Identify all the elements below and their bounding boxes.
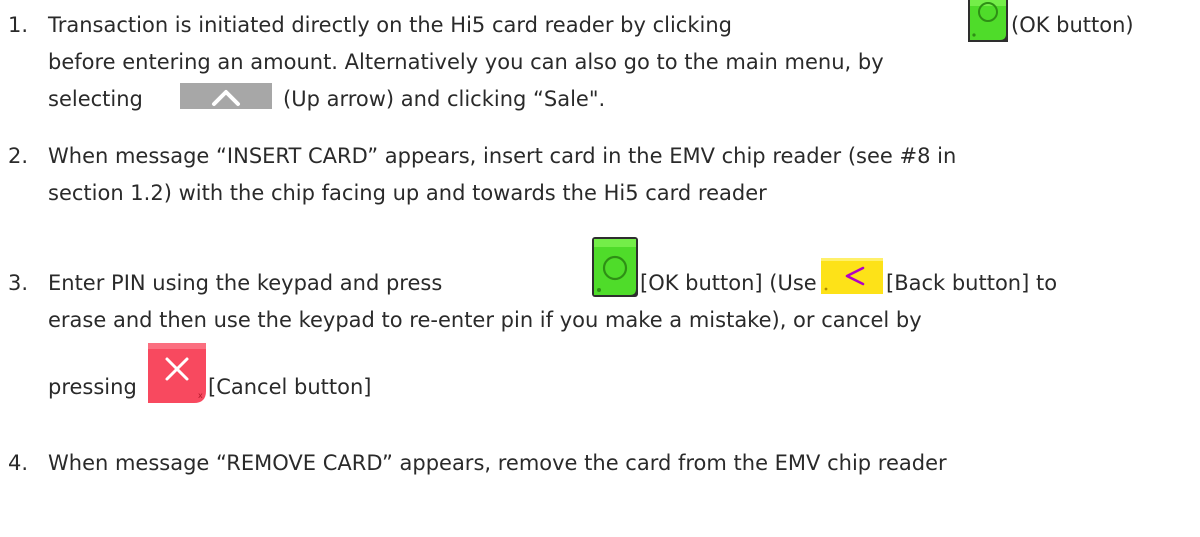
step-number: 2. — [8, 144, 29, 168]
step-text: section 1.2) with the chip facing up and… — [48, 181, 767, 205]
step-text: (Up arrow) and clicking “Sale". — [283, 87, 606, 111]
step-text: [OK button] (Use — [640, 271, 817, 295]
ok-button-icon — [592, 237, 638, 297]
step-text: Transaction is initiated directly on the… — [48, 13, 732, 37]
ok-button-icon — [968, 0, 1008, 42]
back-button-icon — [821, 258, 883, 294]
step-text: selecting — [48, 87, 143, 111]
step-text: When message “INSERT CARD” appears, inse… — [48, 144, 957, 168]
cancel-button-icon: x — [148, 343, 206, 403]
step-text: (OK button) — [1011, 13, 1134, 37]
step-number: 3. — [8, 271, 29, 295]
step-number: 4. — [8, 451, 29, 475]
step-text: When message “REMOVE CARD” appears, remo… — [48, 451, 947, 475]
step-text: [Back button] to — [886, 271, 1058, 295]
step-text: [Cancel button] — [208, 375, 372, 399]
step-text: Enter PIN using the keypad and press — [48, 271, 443, 295]
step-text: before entering an amount. Alternatively… — [48, 50, 884, 74]
step-number: 1. — [8, 13, 29, 37]
svg-text:x: x — [198, 391, 203, 400]
step-text: erase and then use the keypad to re-ente… — [48, 308, 922, 332]
step-text: pressing — [48, 375, 137, 399]
up-arrow-icon — [180, 83, 272, 109]
